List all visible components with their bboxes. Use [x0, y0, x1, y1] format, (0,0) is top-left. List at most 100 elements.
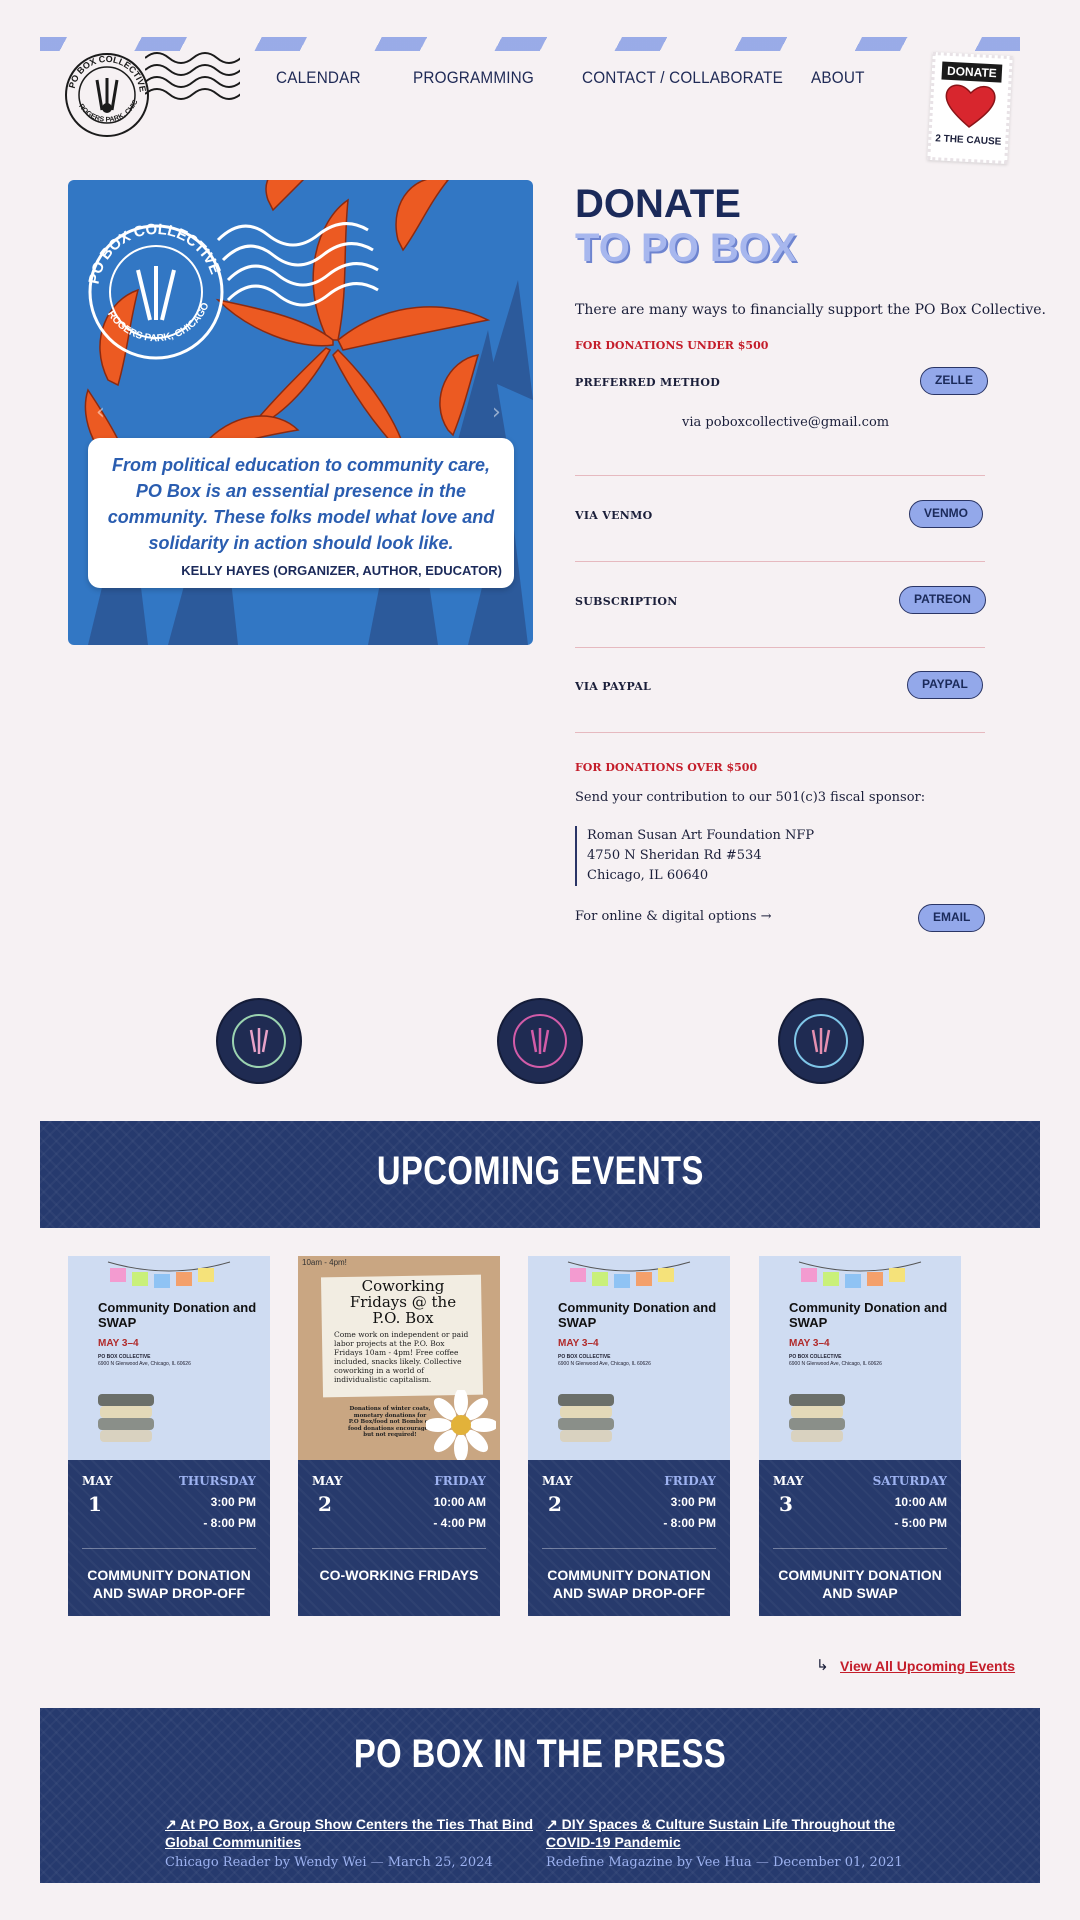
- event-end: - 8:00 PM: [203, 1516, 256, 1530]
- poster-host: PO BOX COLLECTIVE: [98, 1354, 151, 1360]
- method-label-paypal: VIA PAYPAL: [575, 680, 652, 693]
- event-info: MAY 3 SATURDAY 10:00 AM - 5:00 PM COMMUN…: [759, 1460, 961, 1616]
- event-month: MAY: [542, 1474, 573, 1488]
- poster-title: Community Donation and SWAP: [98, 1300, 257, 1330]
- event-month: MAY: [312, 1474, 343, 1488]
- zelle-email: via poboxcollective@gmail.com: [682, 415, 890, 430]
- press-link[interactable]: ↗ At PO Box, a Group Show Centers the Ti…: [165, 1815, 535, 1851]
- daisy-icon: [426, 1390, 496, 1460]
- press-heading: PO BOX IN THE PRESS: [353, 1732, 727, 1776]
- method-label-zelle: PREFERRED METHOD: [575, 376, 721, 389]
- poster-host: PO BOX COLLECTIVE: [558, 1354, 611, 1360]
- clothes-stack-icon: [558, 1394, 614, 1442]
- tshirt-garland-icon: [798, 1261, 922, 1288]
- press-link[interactable]: ↗ DIY Spaces & Culture Sustain Life Thro…: [546, 1815, 916, 1851]
- donate-intro: There are many ways to financially suppo…: [575, 302, 1046, 318]
- event-end: - 4:00 PM: [433, 1516, 486, 1530]
- event-card[interactable]: Community Donation and SWAP MAY 3–4 PO B…: [759, 1256, 961, 1616]
- event-end: - 5:00 PM: [894, 1516, 947, 1530]
- zelle-button[interactable]: ZELLE: [920, 367, 988, 395]
- email-button[interactable]: EMAIL: [918, 904, 986, 932]
- event-day: 3: [779, 1492, 793, 1516]
- event-start: 10:00 AM: [894, 1495, 947, 1509]
- poster-title: Community Donation and SWAP: [558, 1300, 717, 1330]
- paypal-button[interactable]: PAYPAL: [907, 671, 983, 699]
- event-month: MAY: [82, 1474, 113, 1488]
- event-info: MAY 2 FRIDAY 10:00 AM - 4:00 PM CO-WORKI…: [298, 1460, 500, 1616]
- divider: [575, 475, 985, 476]
- donate-subtitle: TO PO BOX: [575, 226, 797, 270]
- event-poster: 10am - 4pm! Coworking Fridays @ the P.O.…: [298, 1256, 500, 1460]
- poster-address: 6900 N Glenwood Ave, Chicago, IL 60626: [789, 1361, 882, 1367]
- poster-dates: MAY 3–4: [558, 1338, 599, 1349]
- address-line: Chicago, IL 60640: [587, 868, 709, 883]
- logo-badge: [216, 998, 302, 1084]
- event-start: 10:00 AM: [433, 1495, 486, 1509]
- clothes-stack-icon: [789, 1394, 845, 1442]
- method-label-venmo: VIA VENMO: [575, 509, 653, 522]
- poster-time: 10am - 4pm!: [302, 1258, 347, 1267]
- poster-dates: MAY 3–4: [98, 1338, 139, 1349]
- tshirt-garland-icon: [107, 1261, 231, 1288]
- donate-title: DONATE: [575, 182, 741, 226]
- view-all-events-link[interactable]: View All Upcoming Events: [840, 1658, 1015, 1674]
- nav-contact-collaborate[interactable]: CONTACT / COLLABORATE: [582, 68, 783, 88]
- event-weekday: FRIDAY: [434, 1474, 486, 1488]
- slider-next-button[interactable]: ›: [492, 400, 501, 425]
- poster-address: 6900 N Glenwood Ave, Chicago, IL 60626: [98, 1361, 191, 1367]
- event-weekday: THURSDAY: [178, 1474, 256, 1488]
- quote-card: From political education to community ca…: [88, 438, 514, 588]
- event-info: MAY 2 FRIDAY 3:00 PM - 8:00 PM COMMUNITY…: [528, 1460, 730, 1616]
- event-title: COMMUNITY DONATION AND SWAP: [778, 1567, 942, 1601]
- arrow-up-right-icon: ↗: [165, 1816, 181, 1832]
- nav-about[interactable]: ABOUT: [811, 68, 865, 88]
- event-end: - 8:00 PM: [663, 1516, 716, 1530]
- events-heading: UPCOMING EVENTS: [376, 1149, 704, 1193]
- event-day: 2: [548, 1492, 562, 1516]
- online-options-link[interactable]: For online & digital options →: [575, 909, 772, 924]
- event-day: 2: [318, 1492, 332, 1516]
- event-poster: Community Donation and SWAP MAY 3–4 PO B…: [528, 1256, 730, 1460]
- quote-author: KELLY HAYES (ORGANIZER, AUTHOR, EDUCATOR…: [181, 563, 502, 578]
- event-start: 3:00 PM: [210, 1495, 256, 1509]
- address-line: Roman Susan Art Foundation NFP: [587, 828, 815, 843]
- events-banner: UPCOMING EVENTS: [40, 1121, 1040, 1228]
- nav-calendar[interactable]: CALENDAR: [276, 68, 361, 88]
- under-500-label: FOR DONATIONS UNDER $500: [575, 339, 769, 352]
- event-card[interactable]: Community Donation and SWAP MAY 3–4 PO B…: [528, 1256, 730, 1616]
- sponsor-intro: Send your contribution to our 501(c)3 fi…: [575, 790, 926, 805]
- slider-prev-button[interactable]: ‹: [96, 400, 105, 425]
- patreon-button[interactable]: PATREON: [899, 586, 986, 614]
- method-label-patreon: SUBSCRIPTION: [575, 595, 678, 608]
- event-day: 1: [88, 1492, 102, 1516]
- tshirt-garland-icon: [567, 1261, 691, 1288]
- poster-dates: MAY 3–4: [789, 1338, 830, 1349]
- event-info: MAY 1 THURSDAY 3:00 PM - 8:00 PM COMMUNI…: [68, 1460, 270, 1616]
- quote-text: From political education to community ca…: [107, 455, 495, 553]
- poster-title: Coworking Fridays @ the P.O. Box: [349, 1277, 457, 1327]
- poster-host: PO BOX COLLECTIVE: [789, 1354, 842, 1360]
- nav-programming[interactable]: PROGRAMMING: [413, 68, 534, 88]
- po-box-logo[interactable]: PO BOX COLLECTIVE ROGERS PARK, CHICAGO: [59, 45, 152, 140]
- sponsor-address: Roman Susan Art Foundation NFP 4750 N Sh…: [575, 826, 814, 886]
- donate-stamp-caption: 2 THE CAUSE: [934, 133, 1002, 148]
- divider: [575, 561, 985, 562]
- event-title: COMMUNITY DONATION AND SWAP DROP-OFF: [547, 1567, 711, 1601]
- event-card[interactable]: 10am - 4pm! Coworking Fridays @ the P.O.…: [298, 1256, 500, 1616]
- poster-note: Donations of winter coats, monetary dona…: [348, 1406, 433, 1438]
- event-title: COMMUNITY DONATION AND SWAP DROP-OFF: [87, 1567, 251, 1601]
- logo-badge: [778, 998, 864, 1084]
- event-card[interactable]: Community Donation and SWAP MAY 3–4 PO B…: [68, 1256, 270, 1616]
- clothes-stack-icon: [98, 1394, 154, 1442]
- main-nav: CALENDAR PROGRAMMING CONTACT / COLLABORA…: [0, 68, 1080, 92]
- press-item: ↗ At PO Box, a Group Show Centers the Ti…: [165, 1815, 535, 1870]
- arrow-up-right-icon: ↗: [546, 1816, 562, 1832]
- return-arrow-icon: ↳: [816, 1656, 829, 1674]
- logo-badge: [497, 998, 583, 1084]
- donate-stamp-button[interactable]: DONATE 2 THE CAUSE: [927, 51, 1013, 165]
- address-line: 4750 N Sheridan Rd #534: [587, 848, 762, 863]
- event-poster: Community Donation and SWAP MAY 3–4 PO B…: [759, 1256, 961, 1460]
- event-weekday: FRIDAY: [664, 1474, 716, 1488]
- venmo-button[interactable]: VENMO: [909, 500, 984, 528]
- divider: [575, 647, 985, 648]
